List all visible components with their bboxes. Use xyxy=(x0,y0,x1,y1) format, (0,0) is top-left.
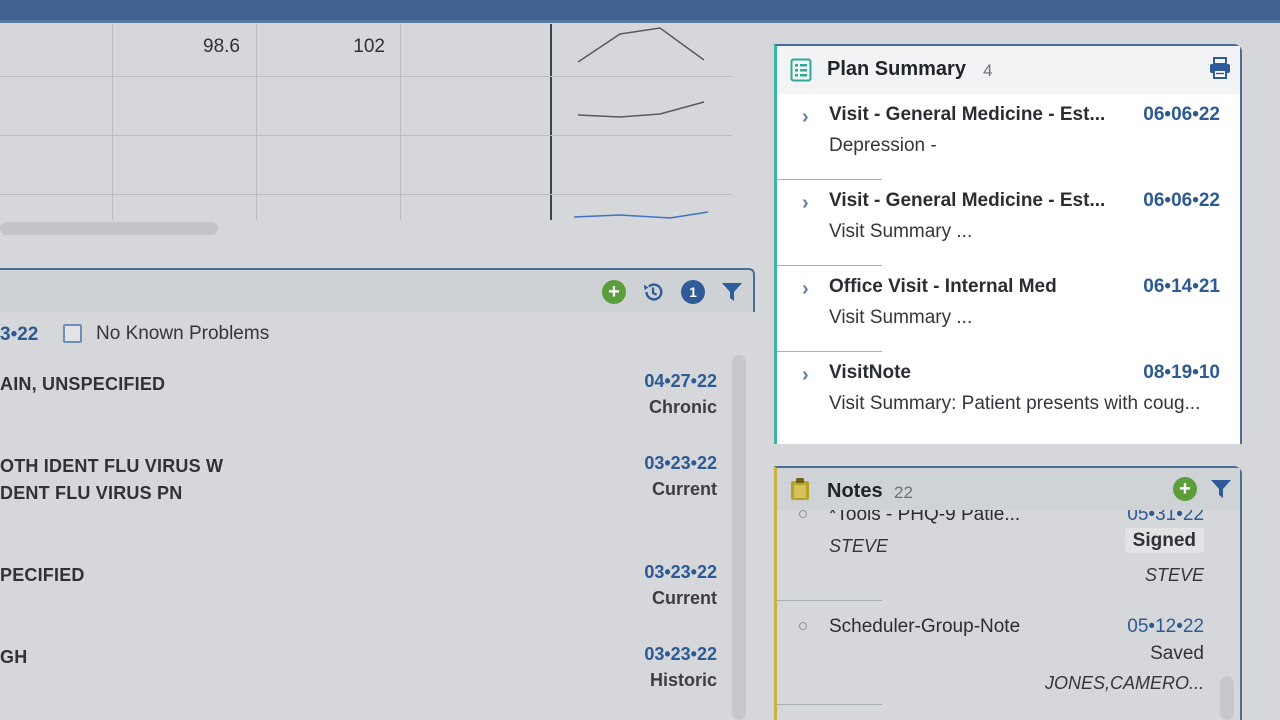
problems-date[interactable]: 3•22 xyxy=(0,324,38,346)
plan-item-date: 06•06•22 xyxy=(1143,104,1220,125)
sparkline-2 xyxy=(577,101,705,118)
vital-value: 98.6 xyxy=(203,36,240,57)
problem-status: Chronic xyxy=(648,397,717,417)
plan-summary-count: 4 xyxy=(983,61,993,80)
plan-item-date: 06•14•21 xyxy=(1143,276,1220,297)
chevron-right-icon[interactable]: › xyxy=(802,364,809,387)
problem-name: PECIFIED xyxy=(0,565,85,585)
bullet-icon xyxy=(799,510,807,518)
print-icon[interactable] xyxy=(1208,56,1232,80)
notes-panel: *Tools - PHQ-9 Patie... 05•31•22 STEVE S… xyxy=(774,466,1242,720)
divider xyxy=(777,600,882,601)
note-signer: STEVE xyxy=(1144,565,1204,585)
plan-item[interactable]: › Visit - General Medicine - Est... 06•0… xyxy=(777,180,1240,266)
sparkline-1 xyxy=(577,27,705,63)
chevron-right-icon[interactable]: › xyxy=(802,192,809,215)
plan-item-title: Visit - General Medicine - Est... xyxy=(829,104,1106,125)
plan-item-title: Office Visit - Internal Med xyxy=(829,276,1057,297)
chevron-right-icon[interactable]: › xyxy=(802,278,809,301)
list-icon xyxy=(790,58,812,82)
plan-item-date: 06•06•22 xyxy=(1143,190,1220,211)
problem-date: 03•23•22 xyxy=(644,453,717,473)
vital-sparklines xyxy=(573,27,709,219)
problem-date: 04•27•22 xyxy=(644,371,717,391)
problems-scrollbar[interactable] xyxy=(732,355,746,720)
plan-item[interactable]: › VisitNote 08•19•10 Visit Summary: Pati… xyxy=(777,352,1240,438)
note-author: STEVE xyxy=(829,536,889,556)
problem-row[interactable]: AIN, UNSPECIFIED 04•27•22 Chronic xyxy=(0,371,730,431)
problem-status: Current xyxy=(651,479,717,499)
plan-summary-panel: Plan Summary 4 › Visit - General Medicin… xyxy=(774,44,1242,444)
plan-item-subtitle: Visit Summary ... xyxy=(829,221,973,242)
vital-value: 102 xyxy=(353,36,385,57)
problem-date: 03•23•22 xyxy=(644,644,717,664)
plan-item-subtitle: Visit Summary: Patient presents with cou… xyxy=(829,393,1201,414)
filter-icon[interactable] xyxy=(1209,477,1233,501)
clipboard-icon xyxy=(791,478,809,500)
note-title: Scheduler-Group-Note xyxy=(829,616,1021,637)
add-problem-icon[interactable]: + xyxy=(602,280,626,304)
problem-status: Current xyxy=(651,588,717,608)
notes-scrollbar[interactable] xyxy=(1220,676,1234,720)
problems-panel: + 1 3•22 No Known Problems AIN, UNSPECIF… xyxy=(0,268,755,720)
plan-summary-title: Plan Summary xyxy=(827,58,966,80)
divider xyxy=(777,704,882,705)
plan-item-subtitle: Visit Summary ... xyxy=(829,307,973,328)
count-badge[interactable]: 1 xyxy=(681,280,705,304)
grid-line xyxy=(400,24,401,220)
plan-item-subtitle: Depression - xyxy=(829,135,937,156)
horizontal-scrollbar[interactable] xyxy=(0,222,218,235)
grid-line xyxy=(112,24,113,220)
grid-divider xyxy=(550,24,552,220)
filter-icon[interactable] xyxy=(720,280,744,304)
vitals-grid: 98.6 102 xyxy=(0,24,740,224)
problems-header: + 1 xyxy=(0,268,755,312)
problem-name: AIN, UNSPECIFIED xyxy=(0,374,166,394)
no-known-problems-checkbox[interactable] xyxy=(63,324,82,343)
problem-name: OTH IDENT FLU VIRUS W DENT FLU VIRUS PN xyxy=(0,456,224,503)
note-status: Saved xyxy=(1150,643,1204,664)
history-icon[interactable] xyxy=(641,280,665,304)
note-date: 05•12•22 xyxy=(1127,616,1204,637)
notes-header: Notes 22 + xyxy=(777,468,1240,510)
problem-row[interactable]: OTH IDENT FLU VIRUS W DENT FLU VIRUS PN … xyxy=(0,453,730,533)
plan-item-title: Visit - General Medicine - Est... xyxy=(829,190,1106,211)
problem-row[interactable]: PECIFIED 03•23•22 Current xyxy=(0,562,730,622)
note-signer: JONES,CAMERO... xyxy=(1044,673,1204,693)
problem-date: 03•23•22 xyxy=(644,562,717,582)
add-note-icon[interactable]: + xyxy=(1173,477,1197,501)
problem-row[interactable]: GH 03•23•22 Historic xyxy=(0,644,730,704)
plan-summary-header: Plan Summary 4 xyxy=(777,46,1240,94)
sparkline-3 xyxy=(573,211,709,219)
problem-status: Historic xyxy=(649,670,717,690)
note-item[interactable]: *Tools - PHQ-9 Patie... 05•31•22 STEVE S… xyxy=(777,502,1240,602)
top-banner xyxy=(0,0,1280,23)
chevron-right-icon[interactable]: › xyxy=(802,106,809,129)
no-known-problems-label: No Known Problems xyxy=(96,323,270,344)
plan-item[interactable]: › Office Visit - Internal Med 06•14•21 V… xyxy=(777,266,1240,352)
notes-title: Notes xyxy=(827,480,883,502)
problem-name: GH xyxy=(0,647,28,667)
grid-line xyxy=(256,24,257,220)
notes-count: 22 xyxy=(894,483,913,502)
plan-item[interactable]: › Visit - General Medicine - Est... 06•0… xyxy=(777,94,1240,180)
note-status-badge: Signed xyxy=(1124,528,1204,553)
plan-item-title: VisitNote xyxy=(829,362,912,383)
plan-item-date: 08•19•10 xyxy=(1143,362,1220,383)
bullet-icon xyxy=(799,622,807,630)
note-item[interactable]: Scheduler-Group-Note 05•12•22 Saved JONE… xyxy=(777,612,1240,712)
